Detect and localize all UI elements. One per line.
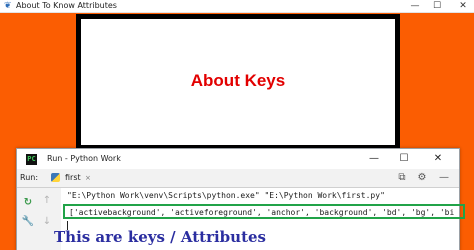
tab-first[interactable]: first × <box>47 171 91 185</box>
tk-window-titlebar[interactable]: ❦ About To Know Attributes — ☐ ✕ <box>0 0 474 13</box>
minimize-button[interactable]: — <box>404 0 426 12</box>
settings-icon[interactable]: ⚙ <box>415 171 429 185</box>
python-file-icon <box>51 173 60 182</box>
about-keys-label: About Keys <box>190 71 286 90</box>
tk-window-title: About To Know Attributes <box>16 1 117 10</box>
label-background: About Keys <box>81 19 395 145</box>
run-window-titlebar[interactable]: PC Run - Python Work — ☐ ✕ <box>17 149 459 169</box>
run-maximize-button[interactable]: ☐ <box>391 149 417 169</box>
label-border-frame: About Keys <box>76 14 400 150</box>
desktop-background: ❦ About To Know Attributes — ☐ ✕ About K… <box>0 0 474 250</box>
restore-layout-icon[interactable]: ⧉ <box>395 171 409 185</box>
console-output-line: ['activebackground', 'activeforeground',… <box>69 208 455 217</box>
annotation-text: This are keys / Attributes <box>54 228 266 246</box>
down-arrow-icon[interactable]: ↓ <box>39 215 55 229</box>
wrench-icon[interactable]: 🔧 <box>20 215 36 229</box>
run-toolbar: Run: first × ⧉ ⚙ — <box>17 169 459 188</box>
hide-icon[interactable]: — <box>437 171 451 185</box>
up-arrow-icon[interactable]: ↑ <box>39 194 55 208</box>
run-minimize-button[interactable]: — <box>361 149 387 169</box>
run-side-toolbar: ↻ 🔧 ↑ ↓ <box>17 188 51 250</box>
run-window-title: Run - Python Work <box>47 154 121 163</box>
close-button[interactable]: ✕ <box>452 0 474 12</box>
tab-close-icon[interactable]: × <box>85 171 91 185</box>
feather-icon: ❦ <box>4 1 12 11</box>
rerun-icon[interactable]: ↻ <box>20 196 36 210</box>
run-close-button[interactable]: ✕ <box>425 149 451 169</box>
run-label: Run: <box>20 173 39 182</box>
maximize-button[interactable]: ☐ <box>426 0 448 12</box>
pycharm-icon: PC <box>26 154 37 165</box>
console-command-line: "E:\Python Work\venv\Scripts\python.exe"… <box>67 191 385 200</box>
tab-first-label: first <box>65 173 81 182</box>
